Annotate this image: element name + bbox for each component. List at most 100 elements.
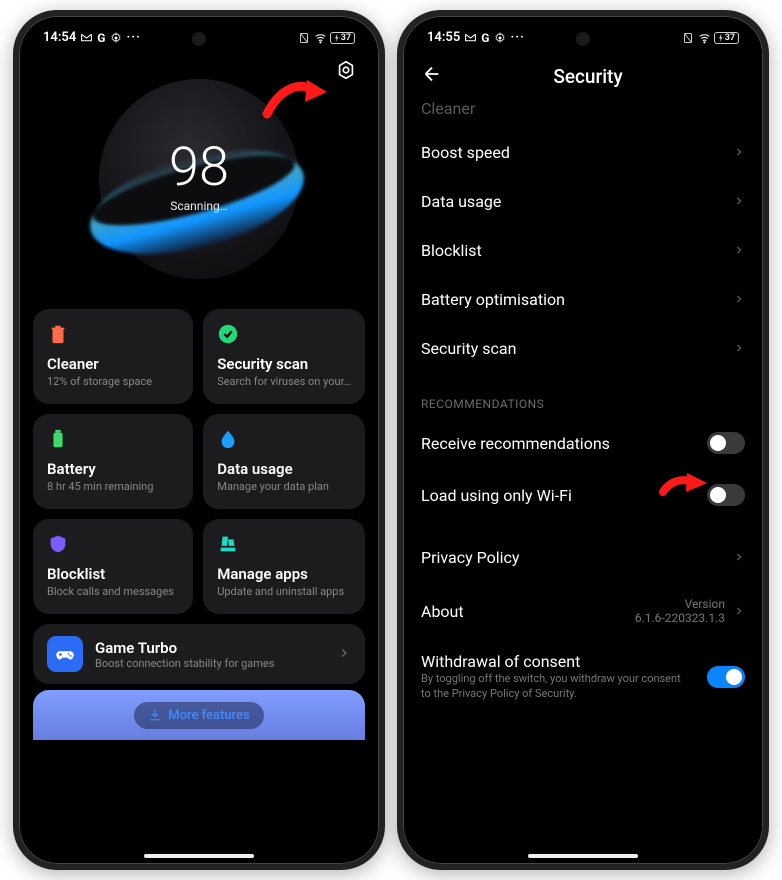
battery-icon <box>47 428 69 450</box>
card-manage-apps[interactable]: Manage apps Update and uninstall apps <box>203 519 365 614</box>
card-subtitle: 12% of storage space <box>47 375 179 388</box>
card-title: Game Turbo <box>95 639 325 657</box>
card-security-scan[interactable]: Security scan Search for viruses on your… <box>203 309 365 404</box>
battery-percent: 37 <box>725 33 735 43</box>
row-subtitle: By toggling off the switch, you withdraw… <box>421 671 681 702</box>
settings-status-icon <box>493 31 506 44</box>
battery-indicator: 37 <box>330 32 355 44</box>
card-cleaner[interactable]: Cleaner 12% of storage space <box>33 309 193 404</box>
no-sim-icon <box>298 31 311 44</box>
toggle-withdrawal-consent[interactable] <box>707 666 745 688</box>
card-title: Data usage <box>217 460 351 478</box>
status-time: 14:54 <box>43 30 76 45</box>
more-features-label: More features <box>168 708 250 723</box>
chevron-right-icon <box>733 241 745 260</box>
row-label: Withdrawal of consent <box>421 652 681 671</box>
card-subtitle: Block calls and messages <box>47 585 179 598</box>
toggle-receive-recommendations[interactable] <box>707 432 745 454</box>
card-title: Blocklist <box>47 565 179 583</box>
card-battery[interactable]: Battery 8 hr 45 min remaining <box>33 414 193 509</box>
settings-gear-button[interactable] <box>335 59 357 85</box>
chevron-right-icon <box>733 339 745 358</box>
row-blocklist[interactable]: Blocklist <box>421 226 745 275</box>
chevron-right-icon <box>733 548 745 567</box>
row-boost-speed[interactable]: Boost speed <box>421 128 745 177</box>
row-label: Privacy Policy <box>421 548 520 567</box>
row-battery-optimisation[interactable]: Battery optimisation <box>421 275 745 324</box>
row-label: Data usage <box>421 192 501 211</box>
annotation-arrow-icon <box>659 470 709 504</box>
about-version-value: 6.1.6-220323.1.3 <box>635 611 725 625</box>
row-label: About <box>421 602 464 621</box>
droplet-icon <box>217 428 239 450</box>
toggle-load-wifi-only[interactable] <box>707 484 745 506</box>
security-score-status: Scanning… <box>170 199 228 213</box>
card-title: Cleaner <box>47 355 179 373</box>
side-button <box>384 231 385 331</box>
gamepad-icon <box>47 636 83 672</box>
more-features-banner[interactable]: More features <box>33 690 365 740</box>
more-features-button[interactable]: More features <box>134 702 264 729</box>
row-label: Battery optimisation <box>421 290 565 309</box>
trash-icon <box>47 323 69 345</box>
phone-frame-security-home: 14:54 G ··· 37 <box>13 10 385 870</box>
battery-percent: 37 <box>341 33 351 43</box>
row-label: Load using only Wi-Fi <box>421 486 572 505</box>
row-withdrawal-of-consent: Withdrawal of consent By toggling off th… <box>421 640 745 714</box>
card-subtitle: Search for viruses on your… <box>217 375 351 388</box>
home-indicator[interactable] <box>144 854 254 858</box>
side-button <box>768 231 769 331</box>
row-cleaner-faded[interactable]: Cleaner <box>421 97 745 128</box>
chevron-right-icon <box>733 602 745 621</box>
card-blocklist[interactable]: Blocklist Block calls and messages <box>33 519 193 614</box>
wifi-icon <box>698 31 711 44</box>
google-icon: G <box>481 31 489 45</box>
row-privacy-policy[interactable]: Privacy Policy <box>421 533 745 582</box>
card-title: Security scan <box>217 355 351 373</box>
gmail-icon <box>80 31 93 44</box>
download-icon <box>148 708 162 722</box>
front-camera-notch <box>192 32 206 46</box>
settings-status-icon <box>109 31 122 44</box>
card-subtitle: 8 hr 45 min remaining <box>47 480 179 493</box>
chevron-right-icon <box>337 645 351 664</box>
chevron-right-icon <box>733 290 745 309</box>
row-label: Security scan <box>421 339 516 358</box>
back-button[interactable] <box>421 63 443 89</box>
more-dots-icon: ··· <box>510 30 524 45</box>
home-indicator[interactable] <box>528 854 638 858</box>
row-label: Boost speed <box>421 143 510 162</box>
card-title: Manage apps <box>217 565 351 583</box>
card-subtitle: Update and uninstall apps <box>217 585 351 598</box>
section-header-recommendations: RECOMMENDATIONS <box>421 373 745 417</box>
gmail-icon <box>464 31 477 44</box>
row-label: Receive recommendations <box>421 434 610 453</box>
apps-icon <box>217 533 239 555</box>
card-title: Battery <box>47 460 179 478</box>
side-button <box>384 146 385 216</box>
front-camera-notch <box>576 32 590 46</box>
card-data-usage[interactable]: Data usage Manage your data plan <box>203 414 365 509</box>
about-version-label: Version <box>635 597 725 611</box>
chevron-right-icon <box>733 143 745 162</box>
shield-icon <box>47 533 69 555</box>
card-subtitle: Manage your data plan <box>217 480 351 493</box>
row-data-usage[interactable]: Data usage <box>421 177 745 226</box>
annotation-arrow-icon <box>261 76 331 124</box>
card-game-turbo[interactable]: Game Turbo Boost connection stability fo… <box>33 624 365 684</box>
row-label: Blocklist <box>421 241 482 260</box>
more-dots-icon: ··· <box>126 30 140 45</box>
shield-check-icon <box>217 323 239 345</box>
no-sim-icon <box>682 31 695 44</box>
header: Security <box>403 49 763 97</box>
side-button <box>768 146 769 216</box>
status-time: 14:55 <box>427 30 460 45</box>
chevron-right-icon <box>733 192 745 211</box>
page-title: Security <box>461 65 715 88</box>
card-subtitle: Boost connection stability for games <box>95 657 325 670</box>
row-about[interactable]: About Version 6.1.6-220323.1.3 <box>421 582 745 640</box>
row-security-scan[interactable]: Security scan <box>421 324 745 373</box>
security-score-value: 98 <box>169 136 229 199</box>
phone-frame-security-settings: 14:55 G ··· 37 Security Cleaner <box>397 10 769 870</box>
google-icon: G <box>97 31 105 45</box>
